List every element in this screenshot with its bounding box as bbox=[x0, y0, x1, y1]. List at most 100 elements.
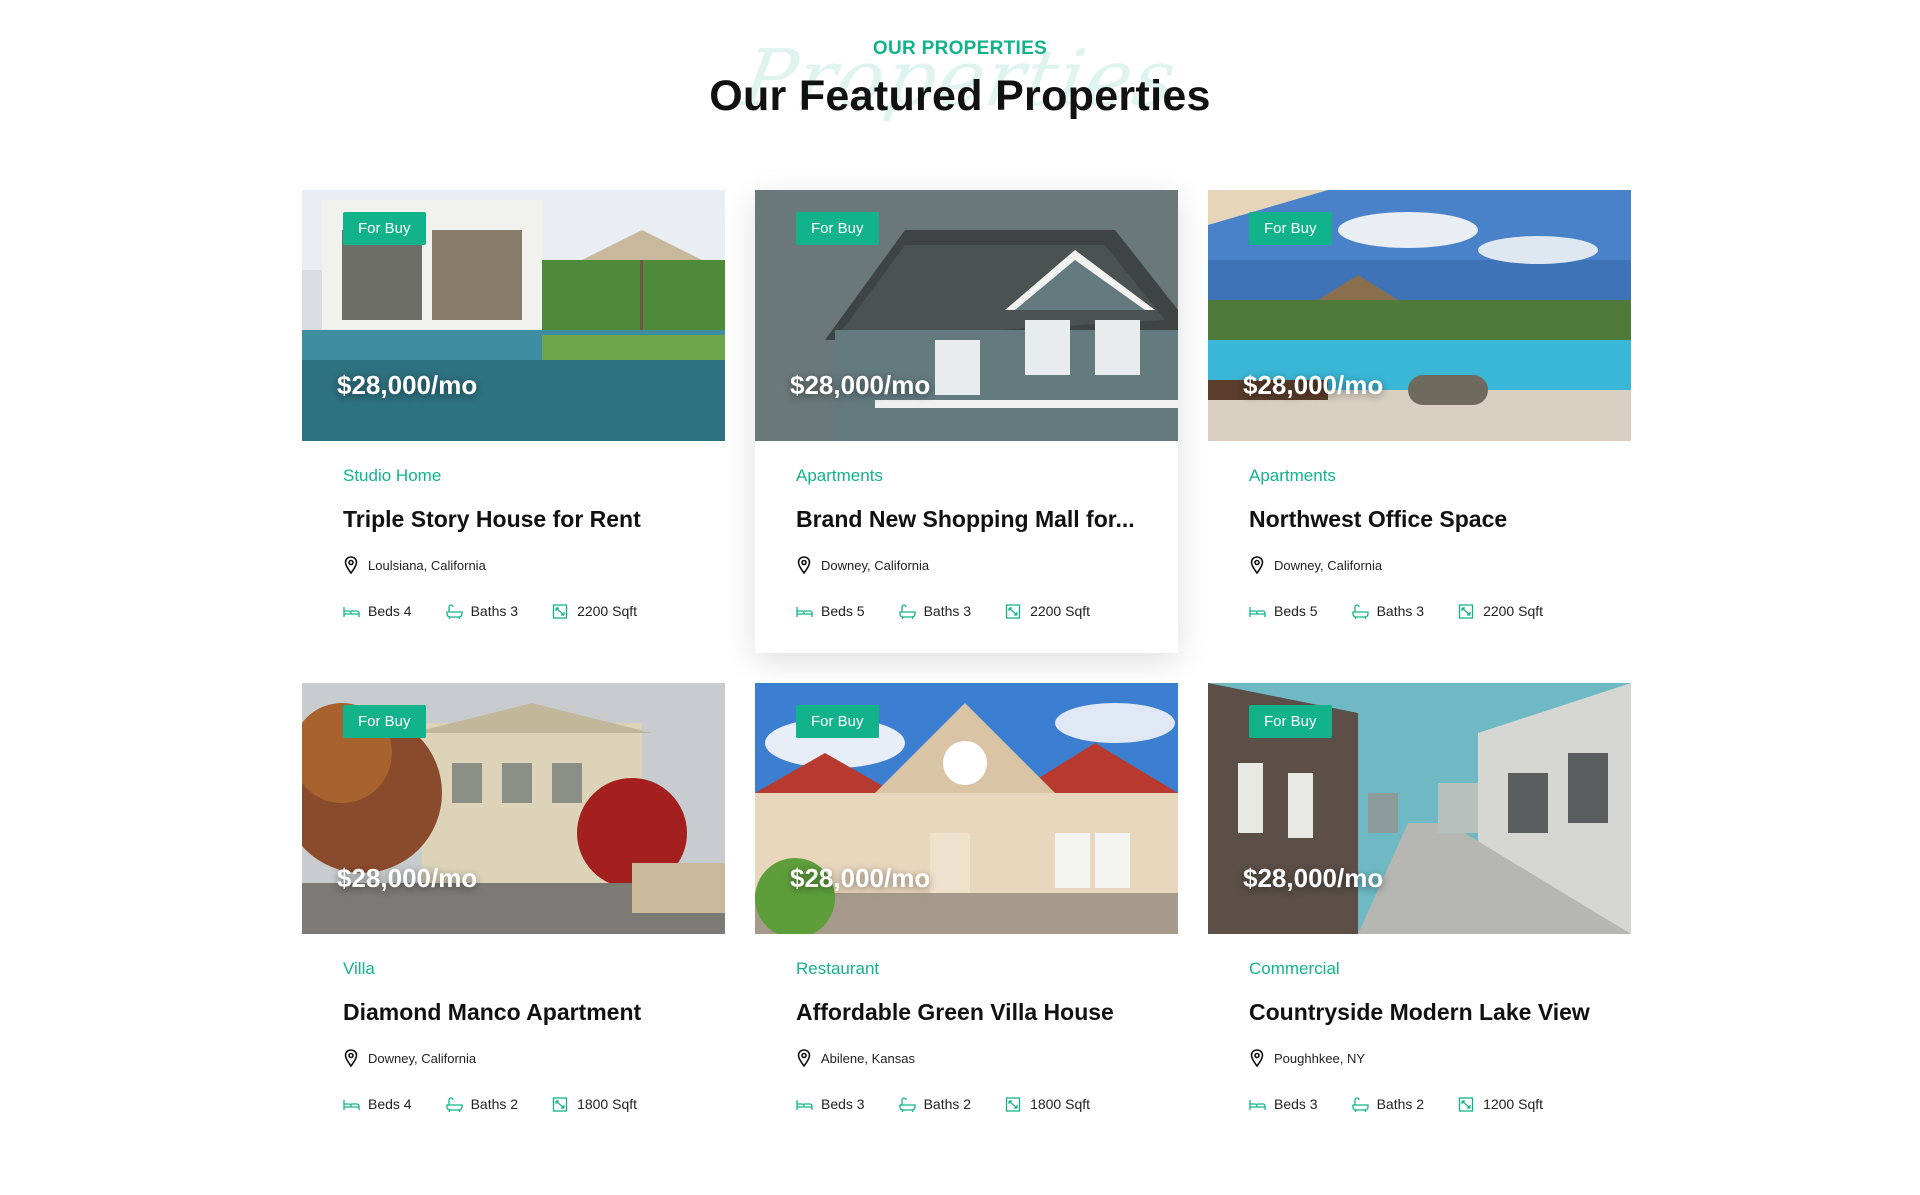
bed-icon bbox=[343, 606, 360, 617]
listing-type-badge: For Buy bbox=[796, 212, 879, 245]
property-features: Beds 4 Baths 3 2200 Sqft bbox=[343, 603, 671, 619]
property-image[interactable]: For Buy $28,000/mo bbox=[1208, 683, 1631, 934]
area-text: 1800 Sqft bbox=[577, 1096, 638, 1112]
property-title[interactable]: Triple Story House for Rent bbox=[343, 506, 688, 533]
feature-area: 1200 Sqft bbox=[1458, 1096, 1543, 1112]
property-price: $28,000/mo bbox=[790, 370, 931, 400]
property-image[interactable]: For Buy $28,000/mo bbox=[302, 683, 725, 934]
area-icon bbox=[552, 1096, 568, 1112]
bath-icon bbox=[1351, 603, 1369, 619]
area-icon bbox=[1005, 603, 1021, 619]
property-location: Poughhkee, NY bbox=[1249, 1049, 1365, 1067]
listing-type-badge: For Buy bbox=[1249, 705, 1332, 738]
property-card[interactable]: For Buy $28,000/mo Commercial Countrysid… bbox=[1208, 683, 1631, 1146]
property-card[interactable]: For Buy $28,000/mo Apartments Brand New … bbox=[755, 190, 1178, 653]
feature-beds: Beds 4 bbox=[343, 603, 412, 619]
location-text: Downey, California bbox=[368, 1050, 477, 1066]
property-title[interactable]: Northwest Office Space bbox=[1249, 506, 1594, 533]
baths-text: Baths 3 bbox=[470, 603, 519, 619]
location-text: Poughhkee, NY bbox=[1274, 1050, 1366, 1066]
map-pin-icon bbox=[797, 1049, 811, 1067]
property-location: Downey, California bbox=[796, 556, 929, 574]
bath-icon bbox=[898, 603, 916, 619]
property-location: Abilene, Kansas bbox=[796, 1049, 915, 1067]
feature-area: 1800 Sqft bbox=[552, 1096, 637, 1112]
beds-text: Beds 4 bbox=[368, 1096, 412, 1112]
property-title[interactable]: Affordable Green Villa House bbox=[796, 999, 1141, 1026]
property-category[interactable]: Apartments bbox=[1249, 466, 1336, 486]
area-text: 1200 Sqft bbox=[1483, 1096, 1544, 1112]
beds-text: Beds 5 bbox=[1274, 603, 1318, 619]
property-title[interactable]: Diamond Manco Apartment bbox=[343, 999, 688, 1026]
feature-area: 2200 Sqft bbox=[1458, 603, 1543, 619]
property-price: $28,000/mo bbox=[790, 863, 931, 893]
section-title: Our Featured Properties bbox=[709, 72, 1211, 120]
property-card[interactable]: For Buy $28,000/mo Apartments Northwest … bbox=[1208, 190, 1631, 653]
property-price: $28,000/mo bbox=[337, 863, 478, 893]
location-text: Downey, California bbox=[821, 557, 930, 573]
bed-icon bbox=[796, 1099, 813, 1110]
map-pin-icon bbox=[797, 556, 811, 574]
baths-text: Baths 3 bbox=[923, 603, 972, 619]
area-icon bbox=[1005, 1096, 1021, 1112]
property-card[interactable]: For Buy $28,000/mo Studio Home Triple St… bbox=[302, 190, 725, 653]
feature-baths: Baths 2 bbox=[898, 1096, 972, 1112]
property-features: Beds 5 Baths 3 2200 Sqft bbox=[1249, 603, 1577, 619]
listing-type-badge: For Buy bbox=[343, 705, 426, 738]
property-image[interactable]: For Buy $28,000/mo bbox=[755, 683, 1178, 934]
bath-icon bbox=[445, 603, 463, 619]
bed-icon bbox=[796, 606, 813, 617]
feature-baths: Baths 2 bbox=[445, 1096, 518, 1112]
property-location: Downey, California bbox=[343, 1049, 476, 1067]
beds-text: Beds 3 bbox=[1274, 1096, 1318, 1112]
feature-area: 2200 Sqft bbox=[1005, 603, 1090, 619]
beds-text: Beds 5 bbox=[821, 603, 865, 619]
section-header: Properties OUR PROPERTIES Our Featured P… bbox=[0, 0, 1920, 150]
bath-icon bbox=[445, 1096, 463, 1112]
feature-baths: Baths 3 bbox=[898, 603, 972, 619]
area-text: 2200 Sqft bbox=[1483, 603, 1544, 619]
feature-beds: Beds 4 bbox=[343, 1096, 412, 1112]
location-text: Abilene, Kansas bbox=[821, 1050, 915, 1066]
property-title[interactable]: Countryside Modern Lake View bbox=[1249, 999, 1594, 1026]
beds-text: Beds 4 bbox=[368, 603, 412, 619]
area-icon bbox=[1458, 1096, 1474, 1112]
area-icon bbox=[552, 603, 568, 619]
property-card[interactable]: For Buy $28,000/mo Restaurant Affordable… bbox=[755, 683, 1178, 1146]
map-pin-icon bbox=[344, 1049, 358, 1067]
section-eyebrow: OUR PROPERTIES bbox=[872, 38, 1048, 59]
property-category[interactable]: Restaurant bbox=[796, 959, 879, 979]
area-text: 2200 Sqft bbox=[1030, 603, 1091, 619]
feature-area: 1800 Sqft bbox=[1005, 1096, 1090, 1112]
beds-text: Beds 3 bbox=[821, 1096, 865, 1112]
property-image[interactable]: For Buy $28,000/mo bbox=[755, 190, 1178, 441]
property-price: $28,000/mo bbox=[1243, 863, 1384, 893]
property-price: $28,000/mo bbox=[337, 370, 478, 400]
bath-icon bbox=[898, 1096, 916, 1112]
bed-icon bbox=[1249, 606, 1266, 617]
property-title[interactable]: Brand New Shopping Mall for... bbox=[796, 506, 1141, 533]
property-image[interactable]: For Buy $28,000/mo bbox=[1208, 190, 1631, 441]
feature-area: 2200 Sqft bbox=[552, 603, 637, 619]
location-text: Downey, California bbox=[1274, 557, 1383, 573]
feature-beds: Beds 3 bbox=[1249, 1096, 1318, 1112]
property-category[interactable]: Villa bbox=[343, 959, 375, 979]
property-features: Beds 3 Baths 2 1200 Sqft bbox=[1249, 1096, 1577, 1112]
property-image[interactable]: For Buy $28,000/mo bbox=[302, 190, 725, 441]
listing-type-badge: For Buy bbox=[796, 705, 879, 738]
feature-baths: Baths 3 bbox=[445, 603, 519, 619]
area-text: 2200 Sqft bbox=[577, 603, 638, 619]
listing-type-badge: For Buy bbox=[1249, 212, 1332, 245]
bed-icon bbox=[343, 1099, 360, 1110]
property-card[interactable]: For Buy $28,000/mo Villa Diamond Manco A… bbox=[302, 683, 725, 1146]
map-pin-icon bbox=[1250, 556, 1264, 574]
property-category[interactable]: Commercial bbox=[1249, 959, 1340, 979]
bed-icon bbox=[1249, 1099, 1266, 1110]
baths-text: Baths 3 bbox=[1376, 603, 1425, 619]
property-category[interactable]: Studio Home bbox=[343, 466, 441, 486]
baths-text: Baths 2 bbox=[923, 1096, 972, 1112]
bath-icon bbox=[1351, 1096, 1369, 1112]
property-category[interactable]: Apartments bbox=[796, 466, 883, 486]
property-features: Beds 3 Baths 2 1800 Sqft bbox=[796, 1096, 1124, 1112]
property-location: Loulsiana, California bbox=[343, 556, 486, 574]
